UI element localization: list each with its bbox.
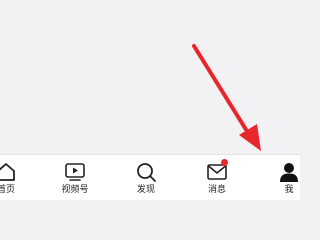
tab-video-channel-label: 视频号: [61, 185, 89, 195]
mail-icon: [206, 159, 228, 183]
tab-home[interactable]: 首页: [0, 155, 34, 200]
unread-badge: [221, 159, 228, 166]
tab-me[interactable]: 我: [261, 155, 300, 200]
content-area: [0, 0, 300, 154]
app-screen: 首页 视频号 发现 消息 我: [0, 0, 300, 200]
tab-discover-label: 发现: [136, 185, 155, 195]
bottom-tab-bar: 首页 视频号 发现 消息 我: [0, 154, 300, 200]
tab-me-label: 我: [284, 185, 294, 195]
tab-messages[interactable]: 消息: [189, 155, 245, 200]
tab-messages-label: 消息: [207, 185, 226, 195]
tab-discover[interactable]: 发现: [118, 155, 174, 200]
video-channel-icon: [64, 161, 86, 183]
person-icon: [278, 161, 300, 183]
search-icon: [135, 161, 157, 183]
tab-home-label: 首页: [0, 185, 15, 195]
tab-video-channel[interactable]: 视频号: [47, 155, 103, 200]
home-icon: [0, 161, 17, 183]
